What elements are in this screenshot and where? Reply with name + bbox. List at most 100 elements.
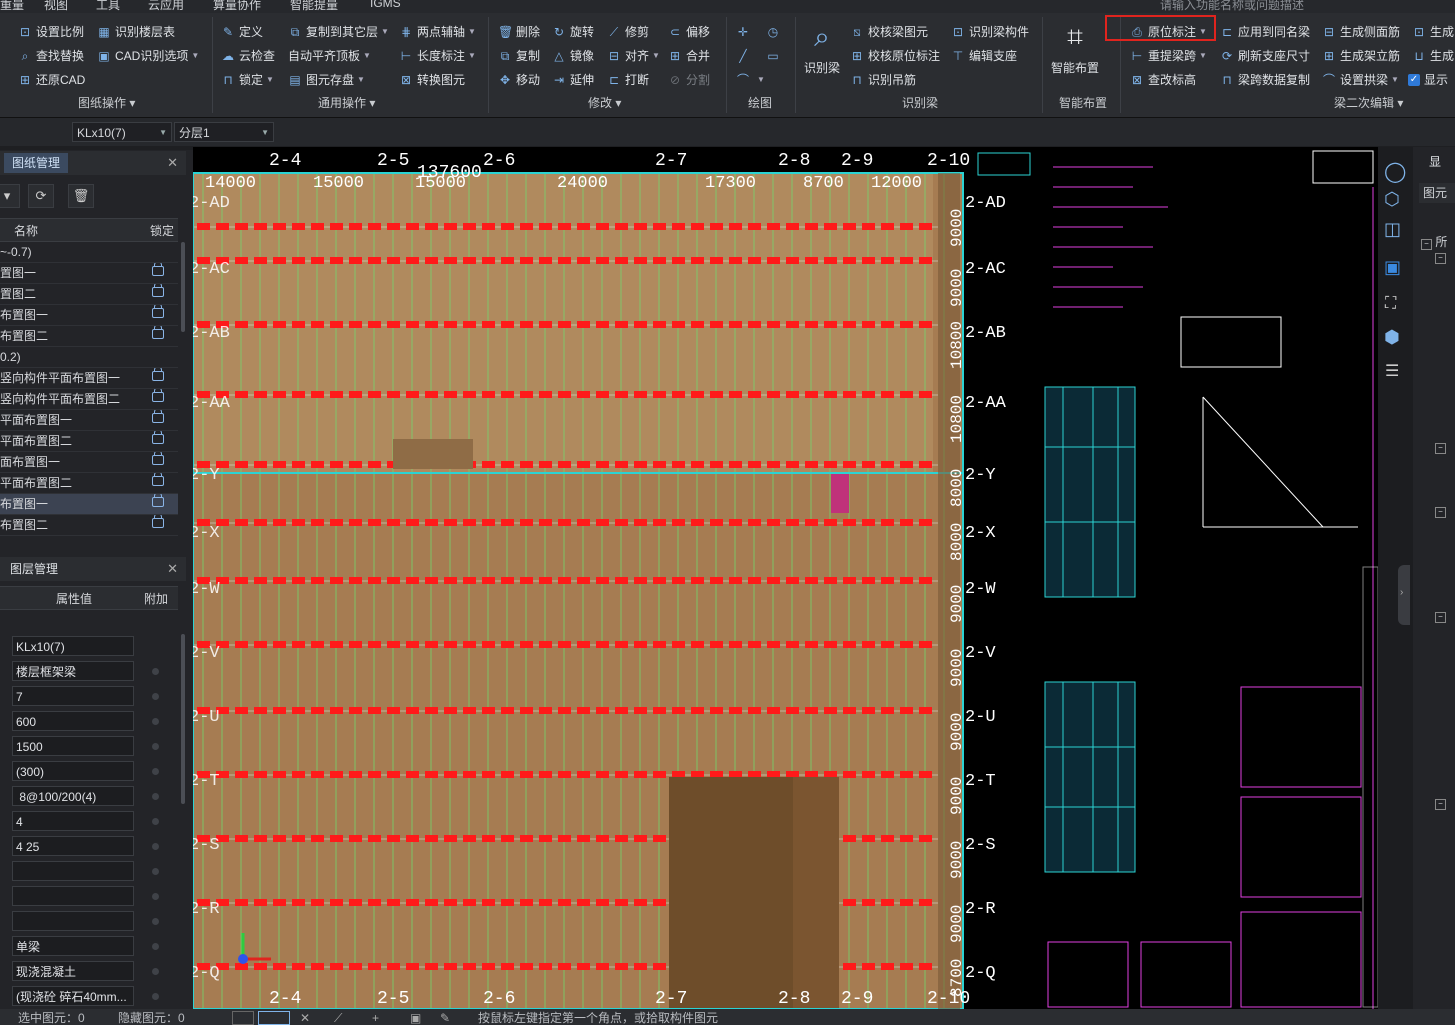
extra-attr-dot[interactable] (152, 668, 159, 675)
cross-icon[interactable]: ✕ (300, 1011, 310, 1025)
extra-attr-dot[interactable] (152, 968, 159, 975)
delete-button[interactable]: 🗑 删除 (498, 22, 540, 42)
recognize-beam-big-button[interactable]: ⌕ 识别梁 (800, 19, 844, 76)
recognize-beam-component-button[interactable]: ⊡ 识别梁构件 (951, 22, 1029, 42)
move-button[interactable]: ✥ 移动 (498, 70, 540, 90)
collapse-icon[interactable]: − (1435, 443, 1446, 454)
span-data-copy-button[interactable]: ⊓ 梁跨数据复制 (1220, 70, 1310, 90)
re-extract-span-button[interactable]: ⊢ 重提梁跨 ▼ (1130, 46, 1207, 66)
convert-element-button[interactable]: ⊠ 转换图元 (399, 70, 465, 90)
panel-collapse-handle[interactable]: › (1398, 565, 1410, 625)
drawing-list-item[interactable]: 布置图二 (0, 515, 178, 536)
property-value-field[interactable]: 现浇混凝土 (12, 961, 134, 981)
close-icon[interactable]: ✕ (167, 153, 178, 173)
function-search-input[interactable]: 请输入功能名称或问题描述 (1160, 0, 1304, 13)
drawing-list-item[interactable]: 置图二 (0, 284, 178, 305)
layer-icon[interactable]: ▣ (410, 1011, 421, 1025)
length-dimension-button[interactable]: ⊢ 长度标注 ▼ (399, 46, 476, 66)
extra-attr-dot[interactable] (152, 868, 159, 875)
align-button[interactable]: ⊟ 对齐 ▼ (607, 46, 660, 66)
ortho-toggle[interactable] (258, 1011, 290, 1025)
smart-layout-big-button[interactable]: ⌗ 智能布置 (1048, 19, 1102, 76)
layer-cube-icon[interactable]: ⬢ (1384, 327, 1400, 348)
check-in-situ-annotation-button[interactable]: ⊞ 校核原位标注 (850, 46, 940, 66)
property-value-field[interactable] (12, 886, 134, 906)
extra-attr-dot[interactable] (152, 843, 159, 850)
recognize-floor-table-button[interactable]: ▦ 识别楼层表 (97, 22, 175, 42)
property-value-field[interactable]: (300) (12, 761, 134, 781)
extra-attr-dot[interactable] (152, 793, 159, 800)
fit-view-icon[interactable]: ⛶ (1385, 295, 1396, 313)
panel-dropdown-button[interactable]: ▾ (0, 184, 20, 208)
drawing-list-item[interactable]: 平面布置图二 (0, 431, 178, 452)
show-checkbox[interactable]: ✓ 显示 (1408, 70, 1448, 90)
circle-draw-button[interactable]: ◷ (766, 22, 784, 42)
set-scale-button[interactable]: ⊡ 设置比例 (18, 22, 84, 42)
mirror-button[interactable]: △ 镜像 (552, 46, 594, 66)
copy-to-other-layer-button[interactable]: ⧉ 复制到其它层 ▼ (288, 22, 389, 42)
extra-attr-dot[interactable] (152, 993, 159, 1000)
drawing-list-item[interactable]: 竖向构件平面布置图一 (0, 368, 178, 389)
lock-icon[interactable] (152, 326, 164, 339)
scrollbar[interactable] (181, 634, 185, 804)
lock-icon[interactable] (152, 263, 164, 276)
generate-button-1[interactable]: ⊡ 生成 (1412, 22, 1454, 42)
delete-drawing-button[interactable]: 🗑 (68, 184, 94, 208)
3d-view-icon[interactable]: ⬡ (1384, 189, 1400, 210)
generate-side-bar-button[interactable]: ⊟ 生成侧面筋 (1322, 22, 1400, 42)
extra-attr-dot[interactable] (152, 943, 159, 950)
drawing-list-item[interactable]: 平面布置图二 (0, 473, 178, 494)
drawing-list-item[interactable]: 竖向构件平面布置图二 (0, 389, 178, 410)
component-select[interactable]: KLx10(7) ▼ (72, 122, 172, 142)
menu-item[interactable]: 视图 (44, 0, 68, 13)
extra-attr-dot[interactable] (152, 918, 159, 925)
close-icon[interactable]: ✕ (167, 559, 178, 579)
group-label-drawing-ops[interactable]: 图纸操作 ▾ (78, 94, 135, 112)
collapse-icon[interactable]: − (1435, 799, 1446, 810)
property-value-field[interactable]: 4 (12, 811, 134, 831)
drawing-canvas[interactable]: 2-4 2-5 2-6 2-7 2-8 2-9 2-10 2-4 2-5 2-6 2-7 2-8 2-… (193, 147, 1378, 1009)
menu-item[interactable]: 云应用 (148, 0, 184, 13)
rotate-button[interactable]: ↻ 旋转 (552, 22, 594, 42)
lock-icon[interactable] (152, 389, 164, 402)
generate-erection-bar-button[interactable]: ⊞ 生成架立筋 (1322, 46, 1400, 66)
property-value-field[interactable]: 楼层框架梁 (12, 661, 134, 681)
property-value-field[interactable]: 7 (12, 686, 134, 706)
collapse-icon[interactable]: − (1435, 253, 1446, 264)
split-button[interactable]: ⊘ 分割 (668, 70, 710, 90)
menu-item[interactable]: 重量 (0, 0, 24, 13)
property-value-field[interactable]: 4 25 (12, 836, 134, 856)
refresh-drawing-button[interactable]: ⟳ (28, 184, 54, 208)
extra-attr-dot[interactable] (152, 743, 159, 750)
lock-icon[interactable] (152, 515, 164, 528)
point-draw-button[interactable]: ✛ (736, 22, 754, 42)
offset-button[interactable]: ⊂ 偏移 (668, 22, 710, 42)
snap-toggle[interactable] (232, 1011, 254, 1025)
cad-options-button[interactable]: ▣ CAD识别选项 ▼ (97, 46, 199, 66)
trim-button[interactable]: ⟋ 修剪 (607, 22, 649, 42)
check-elevation-button[interactable]: ⊠ 查改标高 (1130, 70, 1196, 90)
lock-button[interactable]: ⊓ 锁定 ▼ (221, 70, 274, 90)
property-value-field[interactable]: 1500 (12, 736, 134, 756)
drawing-list-item[interactable]: 0.2) (0, 347, 178, 368)
break-button[interactable]: ⊏ 打断 (607, 70, 649, 90)
drawing-list-item[interactable]: 置图一 (0, 263, 178, 284)
drawing-list-item[interactable]: 布置图一 (0, 494, 178, 515)
restore-cad-button[interactable]: ⊞ 还原CAD (18, 70, 85, 90)
rect-draw-button[interactable]: ▭ (766, 46, 784, 66)
merge-button[interactable]: ⊞ 合并 (668, 46, 710, 66)
edit-support-button[interactable]: ⊤ 编辑支座 (951, 46, 1017, 66)
menu-item[interactable]: IGMS (370, 0, 401, 10)
tab-drawing-management[interactable]: 图纸管理 (4, 153, 69, 173)
extra-attr-dot[interactable] (152, 818, 159, 825)
element-tab[interactable]: 图元 (1419, 183, 1455, 203)
collapse-icon[interactable]: − (1421, 239, 1432, 250)
cube-view-icon[interactable]: ◫ (1384, 219, 1401, 240)
plus-icon[interactable]: + (372, 1011, 379, 1025)
cloud-check-button[interactable]: ☁ 云检查 (221, 46, 275, 66)
extra-attr-dot[interactable] (152, 718, 159, 725)
extra-attr-dot[interactable] (152, 768, 159, 775)
drawing-list-item[interactable]: 面布置图一 (0, 452, 178, 473)
lock-icon[interactable] (152, 431, 164, 444)
cube-solid-icon[interactable]: ▣ (1384, 257, 1401, 278)
